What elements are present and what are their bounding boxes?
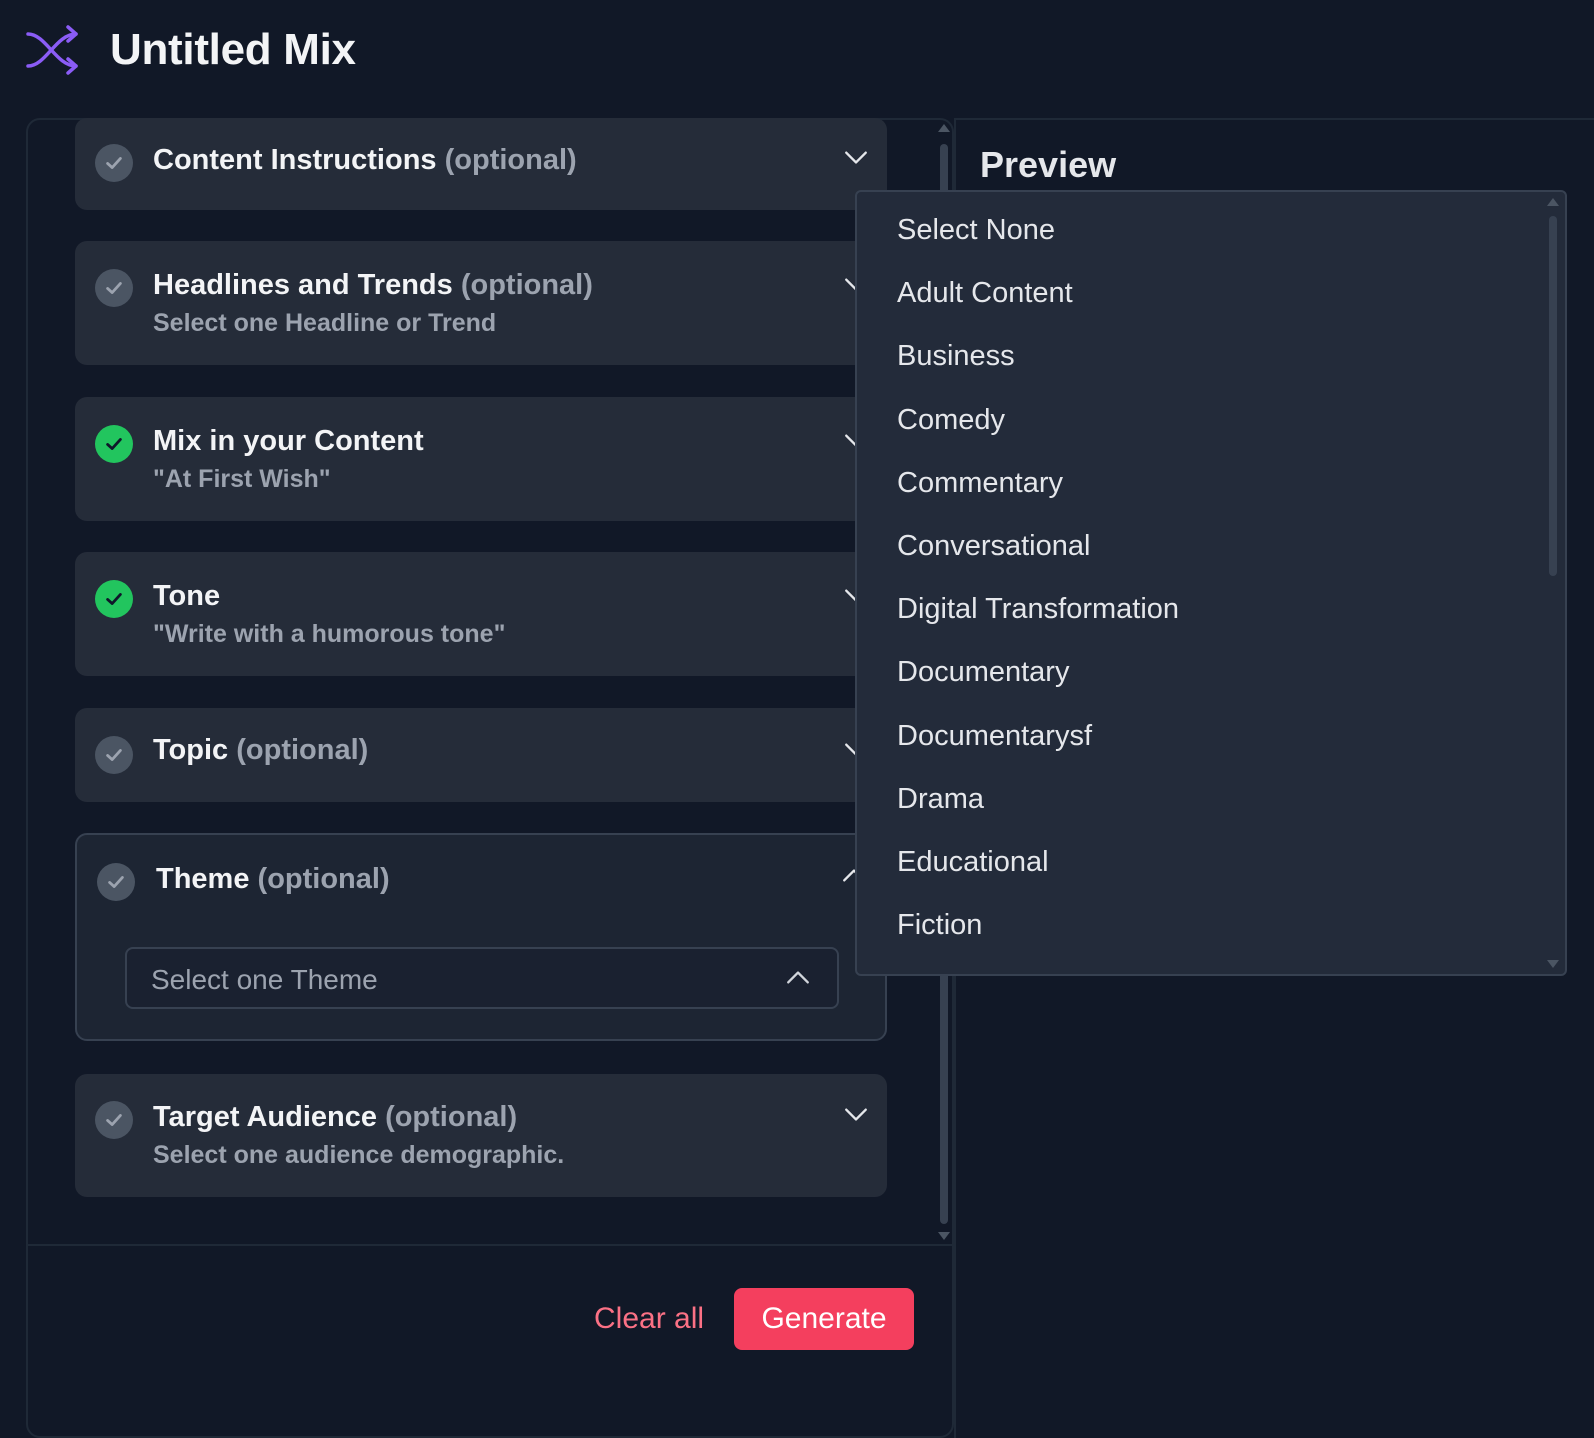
section-title: Mix in your Content (153, 425, 424, 457)
theme-option[interactable]: Select None (897, 214, 1055, 247)
theme-option[interactable]: Commentary (897, 467, 1063, 500)
chevron-up-icon (787, 971, 809, 984)
section-topic[interactable]: Topic (optional) (75, 708, 887, 802)
section-subtitle: Select one audience demographic. (153, 1141, 565, 1169)
section-target-audience[interactable]: Target Audience (optional) Select one au… (75, 1074, 887, 1197)
theme-option[interactable]: Digital Transformation (897, 593, 1179, 626)
theme-dropdown-menu: Select None Adult Content Business Comed… (855, 190, 1567, 976)
theme-option[interactable]: Drama (897, 783, 984, 816)
check-icon (97, 863, 135, 901)
section-theme[interactable]: Theme (optional) Select one Theme (75, 833, 887, 1041)
scroll-up-icon[interactable] (938, 124, 950, 132)
theme-option[interactable]: Documentarysf (897, 720, 1092, 753)
scroll-down-icon[interactable] (938, 1232, 950, 1240)
check-icon (95, 580, 133, 618)
chevron-down-icon[interactable] (843, 1101, 869, 1127)
optional-label: (optional) (444, 144, 577, 176)
app-header: Untitled Mix (26, 24, 356, 76)
theme-option[interactable]: Educational (897, 846, 1049, 879)
optional-label: (optional) (257, 863, 390, 895)
theme-option[interactable]: Conversational (897, 530, 1090, 563)
scrollbar-thumb[interactable] (1549, 216, 1557, 576)
theme-option[interactable]: Documentary (897, 656, 1069, 689)
section-title: Theme (156, 863, 250, 895)
optional-label: (optional) (460, 269, 593, 301)
theme-select-placeholder: Select one Theme (151, 964, 378, 995)
action-footer: Clear all Generate (26, 1244, 954, 1411)
section-mix-content[interactable]: Mix in your Content "At First Wish" (75, 397, 887, 521)
section-title: Tone (153, 580, 221, 612)
section-title: Content Instructions (153, 144, 437, 176)
theme-option[interactable]: Fiction (897, 909, 982, 942)
section-tone[interactable]: Tone "Write with a humorous tone" (75, 552, 887, 676)
section-subtitle: "Write with a humorous tone" (153, 620, 506, 648)
preview-title: Preview (980, 144, 1117, 185)
theme-select[interactable]: Select one Theme (125, 947, 839, 1009)
dropdown-scrollbar[interactable] (1547, 198, 1559, 968)
section-headlines-trends[interactable]: Headlines and Trends (optional) Select o… (75, 241, 887, 365)
section-subtitle: Select one Headline or Trend (153, 309, 497, 337)
theme-option[interactable]: Business (897, 340, 1015, 373)
shuffle-icon (26, 25, 78, 75)
chevron-down-icon[interactable] (843, 144, 869, 170)
section-content-instructions[interactable]: Content Instructions (optional) (75, 118, 887, 210)
clear-all-button[interactable]: Clear all (594, 1302, 704, 1336)
check-icon (95, 1101, 133, 1139)
section-title: Headlines and Trends (153, 269, 453, 301)
check-icon (95, 425, 133, 463)
check-icon (95, 269, 133, 307)
theme-option[interactable]: Comedy (897, 404, 1005, 437)
scroll-down-icon[interactable] (1547, 960, 1559, 968)
section-subtitle: "At First Wish" (153, 465, 331, 493)
section-title: Target Audience (153, 1101, 377, 1133)
check-icon (95, 144, 133, 182)
generate-button[interactable]: Generate (734, 1288, 914, 1350)
optional-label: (optional) (385, 1101, 518, 1133)
optional-label: (optional) (236, 734, 369, 766)
check-icon (95, 736, 133, 774)
theme-option[interactable]: Adult Content (897, 277, 1073, 310)
section-title: Topic (153, 734, 229, 766)
page-title: Untitled Mix (110, 25, 356, 74)
scroll-up-icon[interactable] (1547, 198, 1559, 206)
